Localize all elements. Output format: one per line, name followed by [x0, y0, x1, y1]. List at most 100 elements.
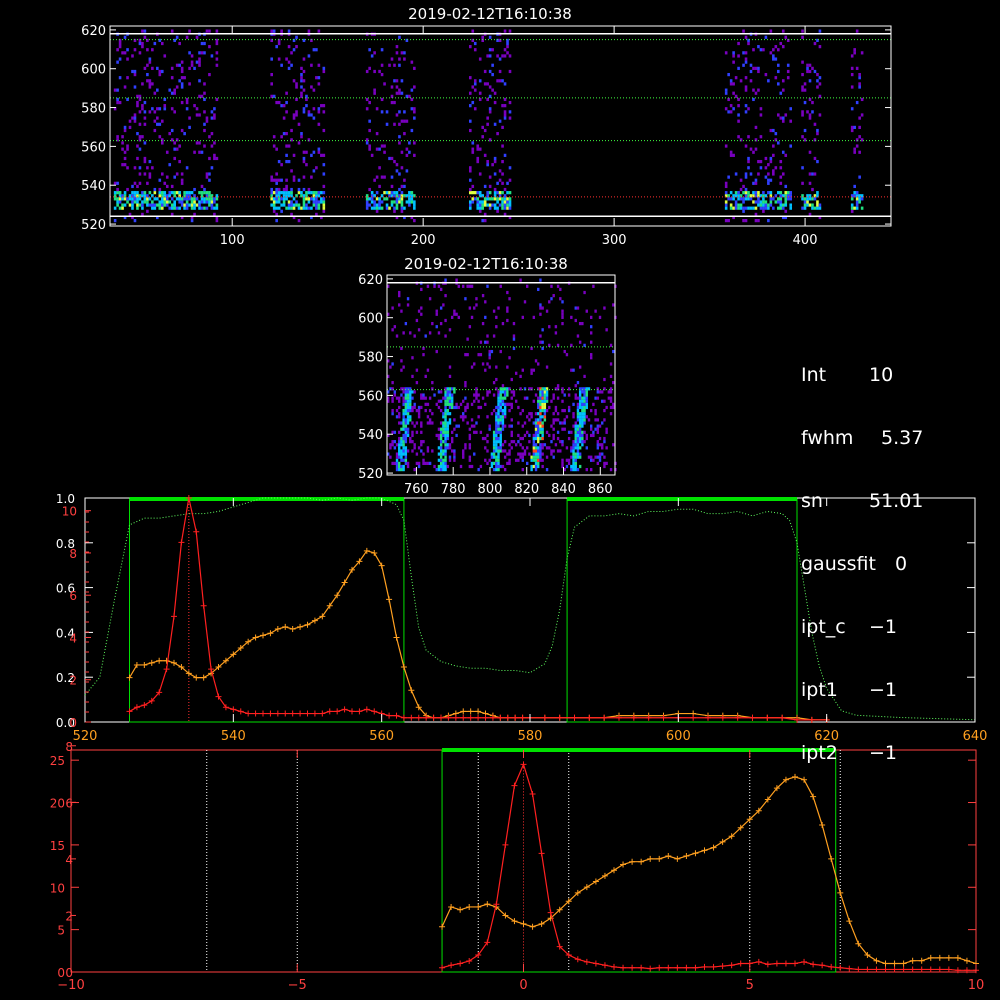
heatmap-cell [312, 203, 316, 207]
heatmap-cell [473, 88, 477, 92]
heatmap-cell [188, 82, 191, 86]
heatmap-cell [188, 29, 191, 33]
heatmap-cell [417, 328, 421, 332]
heatmap-cell [503, 405, 507, 410]
heatmap-cell [585, 436, 588, 441]
heatmap-cell [786, 197, 790, 201]
heatmap-cell [453, 312, 456, 316]
heatmap-cell [280, 163, 283, 167]
heatmap-cell [302, 150, 306, 154]
heatmap-cell [413, 446, 416, 450]
heatmap-cell [539, 443, 542, 447]
heatmap-cell [395, 191, 399, 195]
heatmap-cell [390, 175, 394, 179]
heatmap-cell [121, 206, 124, 210]
heatmap-cell [468, 446, 472, 450]
heatmap-cell [442, 461, 445, 465]
heatmap-cell [198, 203, 201, 207]
heatmap-cell [118, 100, 122, 105]
heatmap-cell [426, 461, 430, 465]
heatmap-cell [503, 153, 507, 157]
heatmap-cell [541, 399, 544, 403]
heatmap-cell [468, 427, 472, 431]
heatmap-cell [471, 184, 475, 189]
heatmap-cell [554, 443, 558, 447]
heatmap-cell [781, 172, 785, 176]
heatmap-cell [478, 147, 482, 151]
heatmap-cell [123, 203, 127, 207]
heatmap-cell [126, 187, 129, 192]
heatmap-cell [585, 415, 588, 419]
heatmap-cell [492, 433, 496, 438]
heatmap-cell [767, 79, 770, 83]
heatmap-cell [435, 325, 438, 329]
heatmap-cell [437, 464, 441, 469]
heatmap-cell [574, 318, 577, 323]
heatmap-cell [556, 449, 560, 453]
heatmap-cell [310, 113, 313, 117]
heatmap-cell [208, 191, 211, 195]
heatmap-cell [437, 284, 441, 288]
heatmap-cell [165, 203, 169, 207]
heatmap-cell [486, 433, 489, 438]
heatmap-cell [499, 405, 502, 410]
heatmap-cell [411, 430, 414, 434]
heatmap-cell [488, 390, 491, 394]
heatmap-cell [170, 29, 174, 33]
heatmap-cell [481, 203, 485, 207]
heatmap-cell [534, 393, 538, 397]
heatmap-cell [572, 368, 575, 372]
heatmap-cell [175, 35, 179, 39]
heatmap-cell [724, 184, 728, 189]
heatmap-cell [772, 153, 775, 157]
heatmap-cell [133, 200, 137, 204]
heatmap-cell [444, 433, 447, 438]
heatmap-cell [113, 219, 117, 223]
x-tick-label: 780 [441, 482, 466, 497]
heatmap-cell [554, 325, 558, 329]
heatmap-cell [510, 433, 513, 438]
x-tick-label: 0 [519, 978, 527, 993]
heatmap-cell [853, 150, 856, 154]
heatmap-cell [506, 452, 509, 456]
heatmap-cell [764, 200, 768, 204]
heatmap-cell [462, 284, 465, 288]
heatmap-cell [404, 455, 408, 459]
heatmap-cell [435, 402, 438, 406]
heatmap-cell [411, 433, 414, 438]
heatmap-cell [406, 421, 410, 425]
heatmap-cell [398, 187, 401, 192]
heatmap-cell [576, 424, 580, 428]
heatmap-cell [307, 191, 311, 195]
heatmap-cell [385, 206, 389, 210]
heatmap-cell [188, 197, 191, 201]
heatmap-cell [471, 200, 475, 204]
heatmap-cell [732, 107, 735, 111]
heatmap-cell [548, 433, 551, 438]
heatmap-cell [215, 29, 219, 33]
heatmap-cell [574, 464, 577, 469]
heatmap-cell [850, 128, 854, 133]
heatmap-cell [444, 334, 447, 338]
heatmap-cell [422, 396, 425, 400]
heatmap-cell [138, 147, 142, 151]
heatmap-cell [532, 440, 536, 444]
heatmap-cell [503, 194, 507, 198]
heatmap-cell [208, 135, 211, 139]
heatmap-cell [409, 418, 412, 422]
heatmap-cell [578, 390, 582, 394]
heatmap-cell [138, 181, 142, 185]
heatmap-cell [605, 430, 608, 434]
heatmap-cell [503, 197, 507, 201]
heatmap-cell [497, 458, 500, 462]
heatmap-cell [116, 203, 119, 207]
heatmap-cell [550, 440, 553, 444]
heatmap-cell [578, 393, 582, 397]
heatmap-cell [275, 191, 278, 195]
heatmap-cell [180, 203, 184, 207]
heatmap-cell [448, 374, 452, 379]
heatmap-cell [160, 200, 164, 204]
heatmap-cell [300, 135, 303, 139]
heatmap-cell [589, 427, 593, 431]
y-tick-label: 580 [358, 351, 383, 366]
